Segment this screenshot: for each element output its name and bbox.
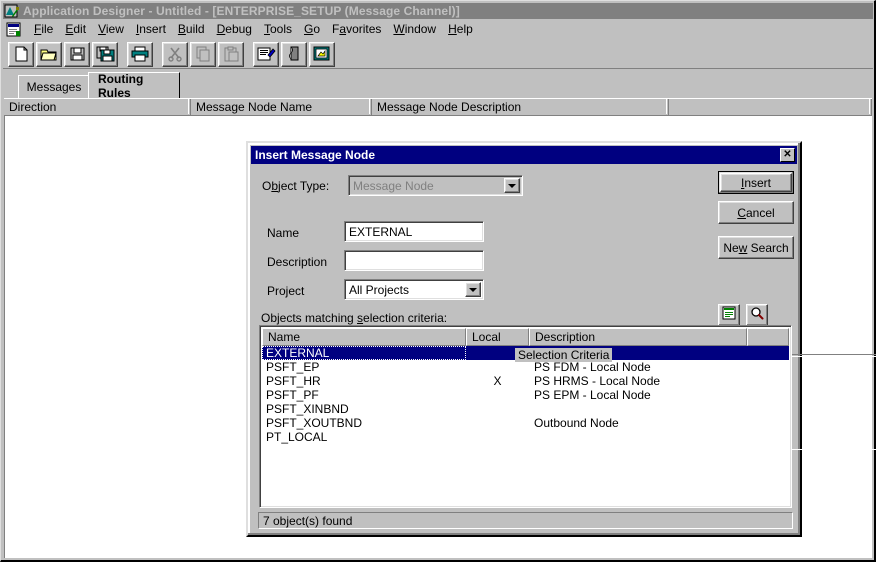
list-item-name: PSFT_XOUTBND xyxy=(262,416,466,430)
grid-column-direction[interactable]: Direction xyxy=(4,99,191,116)
list-item-name: PSFT_EP xyxy=(262,360,466,374)
list-rows: EXTERNAL PSFT_EP PS FDM - Local Node PSF… xyxy=(262,346,789,505)
list-item-name: EXTERNAL xyxy=(262,346,466,360)
list-column-description[interactable]: Description xyxy=(529,328,747,346)
project-label: Project xyxy=(267,284,304,298)
toolbar-separator xyxy=(119,43,126,66)
name-label: Name xyxy=(267,226,299,240)
list-item-description: PS EPM - Local Node xyxy=(529,388,789,402)
report-list-icon xyxy=(722,306,736,325)
results-caption: Objects matching selection criteria: xyxy=(261,311,447,325)
routing-rules-grid-header: Direction Message Node Name Message Node… xyxy=(4,98,872,116)
list-item-description: PS FDM - Local Node xyxy=(529,360,789,374)
list-item[interactable]: PSFT_XINBND xyxy=(262,402,789,416)
list-view-button[interactable] xyxy=(718,304,740,326)
toolbar-separator xyxy=(154,43,161,66)
new-search-button-label: New Search xyxy=(723,241,788,255)
save-all-icon[interactable] xyxy=(92,42,118,67)
menu-item-tools[interactable]: Tools xyxy=(258,21,298,38)
list-item[interactable]: PSFT_HR X PS HRMS - Local Node xyxy=(262,374,789,388)
list-header-row: Name Local Description xyxy=(262,328,789,346)
tab-routing-rules[interactable]: Routing Rules xyxy=(88,72,180,98)
list-item-local: X xyxy=(466,374,529,388)
menu-item-window[interactable]: Window xyxy=(387,21,442,38)
new-file-icon[interactable] xyxy=(8,42,34,67)
properties-icon[interactable] xyxy=(253,42,279,67)
list-column-local[interactable]: Local xyxy=(466,328,529,346)
list-item-description: Outbound Node xyxy=(529,416,789,430)
copy-icon xyxy=(190,42,216,67)
close-icon[interactable]: ✕ xyxy=(780,148,795,162)
menu-item-edit[interactable]: Edit xyxy=(59,21,92,38)
menu-item-view[interactable]: View xyxy=(92,21,130,38)
project-combo[interactable]: All Projects xyxy=(344,279,484,300)
list-item-name: PSFT_XINBND xyxy=(262,402,466,416)
tab-messages-label: Messages xyxy=(27,80,82,94)
name-input-value: EXTERNAL xyxy=(349,225,412,239)
toolbar-separator xyxy=(245,43,252,66)
dialog-status-text: 7 object(s) found xyxy=(263,514,352,528)
cut-scissors-icon xyxy=(162,42,188,67)
list-item-name: PSFT_HR xyxy=(262,374,466,388)
object-type-value: Message Node xyxy=(353,179,434,193)
toolbar xyxy=(3,40,873,69)
dialog-title-text: Insert Message Node xyxy=(255,146,375,164)
application-window: Application Designer - Untitled - [ENTER… xyxy=(0,0,876,562)
menu-item-help[interactable]: Help xyxy=(442,21,479,38)
object-type-combo: Message Node xyxy=(348,175,523,196)
paste-icon xyxy=(218,42,244,67)
app-designer-icon xyxy=(4,4,20,18)
open-folder-icon[interactable] xyxy=(36,42,62,67)
cancel-button[interactable]: Cancel xyxy=(718,201,794,224)
list-item[interactable]: PSFT_PF PS EPM - Local Node xyxy=(262,388,789,402)
list-column-name[interactable]: Name xyxy=(262,328,466,346)
list-item-description: PS HRMS - Local Node xyxy=(529,374,789,388)
window-title-text: Application Designer - Untitled - [ENTER… xyxy=(23,3,460,19)
chevron-down-icon[interactable] xyxy=(465,282,481,297)
object-type-label: Object Type: xyxy=(262,179,329,193)
document-menu-icon[interactable] xyxy=(6,22,22,37)
dialog-title-bar: Insert Message Node ✕ xyxy=(251,146,797,164)
description-input[interactable] xyxy=(344,250,484,271)
list-item[interactable]: PT_LOCAL xyxy=(262,430,789,444)
list-column-spacer xyxy=(747,328,789,346)
menu-bar: File Edit View Insert Build Debug Tools … xyxy=(3,20,873,39)
tab-strip: Messages Routing Rules xyxy=(3,70,873,98)
magnifier-search-icon xyxy=(750,306,764,325)
validate-icon[interactable] xyxy=(281,42,307,67)
grid-column-message-node-name[interactable]: Message Node Name xyxy=(191,99,372,116)
print-icon[interactable] xyxy=(127,42,153,67)
menu-item-favorites[interactable]: Favorites xyxy=(326,21,387,38)
chevron-down-icon xyxy=(504,178,520,193)
grid-column-spacer xyxy=(669,99,872,116)
search-button[interactable] xyxy=(746,304,768,326)
tab-messages[interactable]: Messages xyxy=(18,75,90,98)
new-search-button[interactable]: New Search xyxy=(718,236,794,259)
project-combo-value: All Projects xyxy=(349,283,409,297)
menu-item-file[interactable]: File xyxy=(28,21,59,38)
cancel-button-label: Cancel xyxy=(737,206,774,220)
list-item-name: PT_LOCAL xyxy=(262,430,466,444)
insert-button-label: Insert xyxy=(741,176,771,190)
view-definition-icon[interactable] xyxy=(309,42,335,67)
list-item[interactable]: PSFT_EP PS FDM - Local Node xyxy=(262,360,789,374)
description-label: Description xyxy=(267,255,327,269)
insert-button[interactable]: Insert xyxy=(718,171,794,194)
menu-item-insert[interactable]: Insert xyxy=(130,21,172,38)
menu-item-debug[interactable]: Debug xyxy=(211,21,258,38)
menu-item-build[interactable]: Build xyxy=(172,21,211,38)
grid-column-message-node-description[interactable]: Message Node Description xyxy=(372,99,669,116)
window-title-bar: Application Designer - Untitled - [ENTER… xyxy=(3,3,873,19)
selection-criteria-title: Selection Criteria xyxy=(515,348,612,362)
name-input[interactable]: EXTERNAL xyxy=(344,221,484,242)
dialog-status-bar: 7 object(s) found xyxy=(258,512,793,529)
tab-routing-rules-label: Routing Rules xyxy=(98,72,170,100)
save-icon[interactable] xyxy=(64,42,90,67)
list-item[interactable]: PSFT_XOUTBND Outbound Node xyxy=(262,416,789,430)
list-item-name: PSFT_PF xyxy=(262,388,466,402)
menu-item-go[interactable]: Go xyxy=(298,21,326,38)
